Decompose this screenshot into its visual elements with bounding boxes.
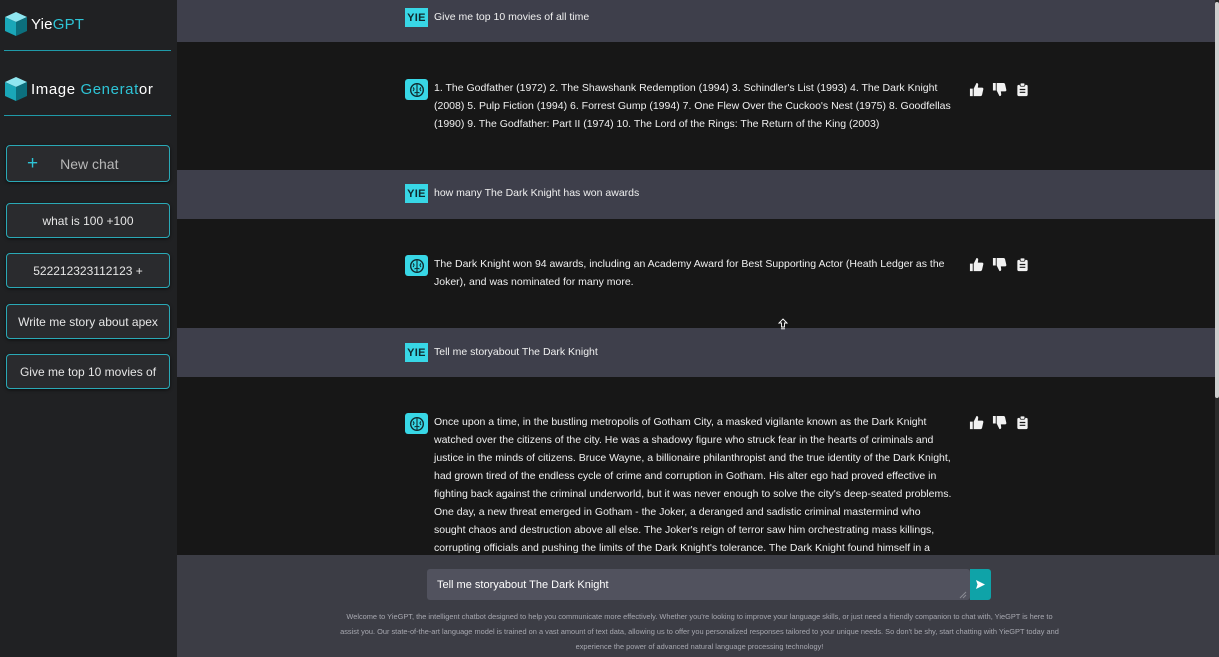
bot-brain-icon bbox=[409, 258, 424, 273]
user-avatar: YIE bbox=[405, 184, 428, 203]
message-actions bbox=[969, 82, 1030, 97]
chat-history-item[interactable]: Write me story about apex bbox=[6, 304, 170, 339]
thumbs-down-icon[interactable] bbox=[992, 257, 1007, 272]
sidebar: YieGPT Image Generator + New chat what i… bbox=[0, 0, 177, 657]
message-actions bbox=[969, 415, 1030, 430]
footer-description: Welcome to YieGPT, the intelligent chatb… bbox=[340, 612, 1059, 651]
chat-history-item[interactable]: 522212323112123 + bbox=[6, 253, 170, 288]
thumbs-up-icon[interactable] bbox=[969, 82, 984, 97]
sidebar-divider bbox=[4, 115, 171, 116]
resize-grip-icon[interactable] bbox=[959, 591, 967, 599]
image-generator-link[interactable]: Image Generator bbox=[4, 75, 153, 103]
sidebar-divider bbox=[4, 50, 171, 51]
clipboard-icon[interactable] bbox=[1015, 257, 1030, 272]
bot-avatar bbox=[405, 413, 428, 434]
cube-logo-icon bbox=[5, 12, 27, 36]
bot-brain-icon bbox=[409, 416, 424, 431]
bot-message-row: Once upon a time, in the bustling metrop… bbox=[177, 377, 1215, 555]
message-input[interactable]: Tell me storyabout The Dark Knight bbox=[427, 569, 970, 600]
new-chat-button[interactable]: + New chat bbox=[6, 145, 170, 182]
user-message-text: how many The Dark Knight has won awards bbox=[434, 187, 640, 199]
user-message-row: YIE Tell me storyabout The Dark Knight bbox=[177, 328, 1215, 377]
thumbs-up-icon[interactable] bbox=[969, 415, 984, 430]
bot-message-text: The Dark Knight won 94 awards, including… bbox=[434, 258, 945, 288]
chat-scrollbar-thumb[interactable] bbox=[1215, 2, 1219, 398]
message-actions bbox=[969, 257, 1030, 272]
bot-message-text: Once upon a time, in the bustling metrop… bbox=[434, 416, 952, 554]
user-avatar: YIE bbox=[405, 343, 428, 362]
yiegpt-brand-link[interactable]: YieGPT bbox=[4, 10, 84, 38]
bot-avatar bbox=[405, 255, 428, 276]
thumbs-down-icon[interactable] bbox=[992, 82, 1007, 97]
cube-logo-icon bbox=[5, 77, 27, 101]
user-avatar: YIE bbox=[405, 8, 428, 27]
chat-log: YIE Give me top 10 movies of all time 1.… bbox=[177, 0, 1215, 555]
bot-message-row: The Dark Knight won 94 awards, including… bbox=[177, 219, 1215, 328]
plus-icon: + bbox=[27, 153, 39, 174]
chat-history-item[interactable]: what is 100 +100 bbox=[6, 203, 170, 238]
bot-avatar bbox=[405, 79, 428, 100]
thumbs-up-icon[interactable] bbox=[969, 257, 984, 272]
bot-brain-icon bbox=[409, 82, 424, 97]
composer-area: Tell me storyabout The Dark Knight Welco… bbox=[177, 555, 1219, 657]
bot-message-text: 1. The Godfather (1972) 2. The Shawshank… bbox=[434, 82, 951, 130]
chat-history-item[interactable]: Give me top 10 movies of bbox=[6, 354, 170, 389]
bot-message-row: 1. The Godfather (1972) 2. The Shawshank… bbox=[177, 42, 1215, 170]
mouse-cursor-icon bbox=[778, 318, 788, 330]
send-button[interactable] bbox=[970, 569, 991, 600]
user-message-text: Give me top 10 movies of all time bbox=[434, 11, 590, 23]
new-chat-label: New chat bbox=[60, 155, 119, 172]
send-icon bbox=[976, 580, 985, 589]
user-message-row: YIE Give me top 10 movies of all time bbox=[177, 0, 1215, 42]
user-message-row: YIE how many The Dark Knight has won awa… bbox=[177, 170, 1215, 219]
user-message-text: Tell me storyabout The Dark Knight bbox=[434, 346, 598, 358]
clipboard-icon[interactable] bbox=[1015, 82, 1030, 97]
brand-title: YieGPT bbox=[31, 15, 85, 33]
thumbs-down-icon[interactable] bbox=[992, 415, 1007, 430]
image-generator-title: Image Generator bbox=[31, 80, 154, 98]
clipboard-icon[interactable] bbox=[1015, 415, 1030, 430]
